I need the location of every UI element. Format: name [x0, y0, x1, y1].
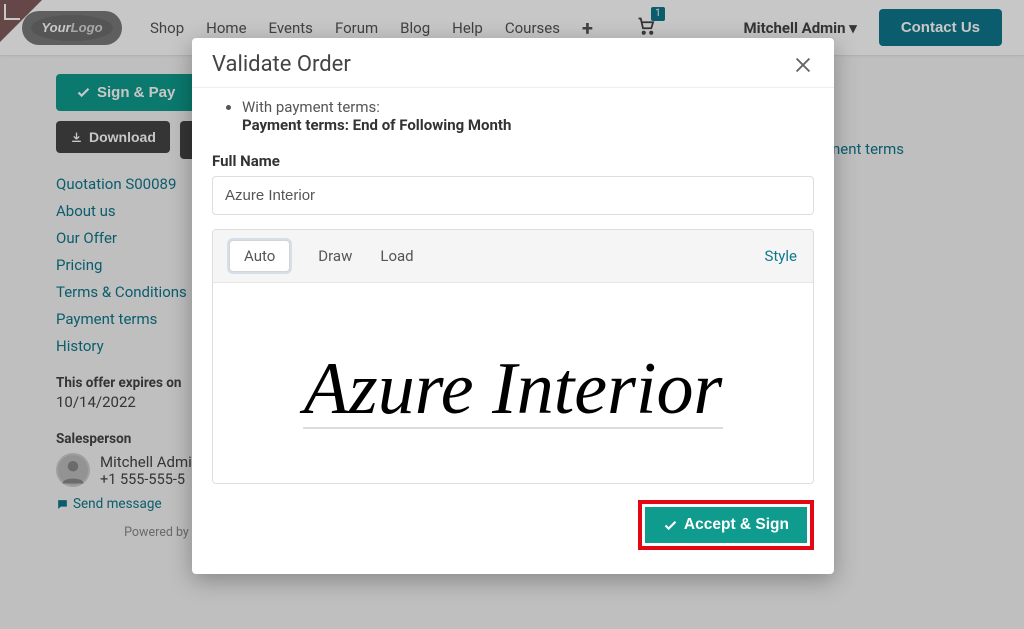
style-link[interactable]: Style: [764, 247, 797, 265]
close-icon[interactable]: [792, 54, 814, 76]
signature-box: Auto Draw Load Style Azure Interior: [212, 229, 814, 484]
terms-value: Payment terms: End of Following Month: [242, 116, 511, 134]
modal-title: Validate Order: [212, 52, 351, 77]
tab-draw[interactable]: Draw: [318, 247, 352, 265]
tab-load[interactable]: Load: [380, 247, 413, 265]
full-name-input[interactable]: [212, 176, 814, 215]
accept-sign-button[interactable]: Accept & Sign: [645, 507, 807, 543]
terms-line: With payment terms:: [242, 98, 380, 116]
modal-header: Validate Order: [192, 38, 834, 87]
validate-order-modal: Validate Order With payment terms: Payme…: [192, 38, 834, 574]
full-name-label: Full Name: [212, 152, 814, 170]
signature-text: Azure Interior: [299, 348, 724, 430]
accept-highlight: Accept & Sign: [638, 500, 814, 550]
tab-auto[interactable]: Auto: [229, 240, 290, 272]
terms-list: With payment terms: Payment terms: End o…: [242, 98, 814, 134]
accept-sign-label: Accept & Sign: [684, 516, 789, 534]
signature-canvas[interactable]: Azure Interior: [213, 283, 813, 483]
modal-footer: Accept & Sign: [212, 500, 814, 556]
signature-tabs: Auto Draw Load Style: [213, 230, 813, 283]
modal-body: With payment terms: Payment terms: End o…: [192, 87, 834, 574]
